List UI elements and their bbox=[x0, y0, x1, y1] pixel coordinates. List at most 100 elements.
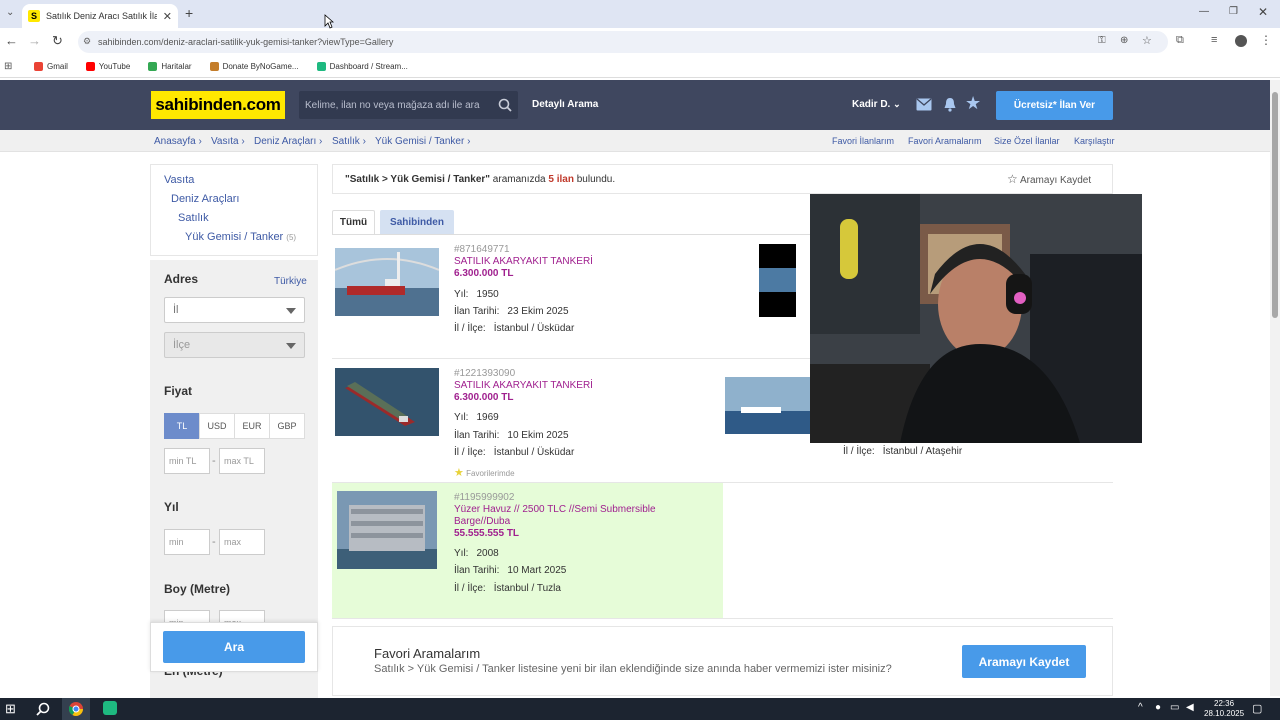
bookmarks-bar: ⊞ Gmail YouTube Haritalar Donate ByNoGam… bbox=[0, 56, 1280, 78]
bookmark-donate[interactable]: Donate ByNoGame... bbox=[209, 62, 299, 71]
windows-start-icon[interactable]: ⊞ bbox=[5, 701, 16, 717]
taskbar-search-icon[interactable] bbox=[36, 702, 50, 716]
listing-row[interactable]: #1195999902 Yüzer Havuz // 2500 TLC //Se… bbox=[332, 483, 1113, 619]
detailed-search-link[interactable]: Detaylı Arama bbox=[532, 99, 598, 110]
il-select[interactable]: İl bbox=[164, 297, 305, 323]
site-logo[interactable]: sahibinden.com bbox=[151, 91, 285, 119]
breadcrumb-deniz-araclari[interactable]: Deniz Araçları › bbox=[254, 136, 322, 147]
category-yuk-gemisi[interactable]: Yük Gemisi / Tanker (5) bbox=[185, 231, 296, 243]
save-search-link[interactable]: ☆ Aramayı Kaydet bbox=[1007, 172, 1091, 186]
tab-all[interactable]: Tümü bbox=[332, 210, 375, 234]
max-year-input[interactable]: max bbox=[219, 529, 265, 555]
search-icon[interactable] bbox=[498, 98, 512, 112]
listing-thumbnail[interactable] bbox=[337, 491, 437, 569]
min-year-input[interactable]: min bbox=[164, 529, 210, 555]
search-submit-button[interactable]: Ara bbox=[163, 631, 305, 663]
listing-year: Yıl: 2008 bbox=[454, 548, 499, 559]
country-link[interactable]: Türkiye bbox=[274, 276, 307, 287]
breadcrumb-vasita[interactable]: Vasıta › bbox=[211, 136, 245, 147]
link-compare[interactable]: Karşılaştır bbox=[1074, 136, 1115, 146]
streaming-app-icon[interactable] bbox=[103, 701, 117, 715]
listing-date: İlan Tarihi: 10 Ekim 2025 bbox=[454, 430, 569, 441]
listing-year: Yıl: 1969 bbox=[454, 412, 499, 423]
ilce-value: İlçe bbox=[173, 339, 191, 351]
category-vasita[interactable]: Vasıta bbox=[164, 174, 194, 186]
bookmark-maps[interactable]: Haritalar bbox=[148, 62, 192, 71]
site-info-icon[interactable]: ⚙ bbox=[83, 36, 91, 47]
max-price-input[interactable]: max TL bbox=[219, 448, 265, 474]
listing-title[interactable]: SATILIK AKARYAKIT TANKERİ bbox=[454, 380, 593, 392]
page-scrollbar[interactable] bbox=[1270, 80, 1280, 696]
search-input[interactable]: Kelime, ilan no veya mağaza adı ile ara bbox=[299, 91, 518, 119]
scrollbar-thumb[interactable] bbox=[1272, 92, 1278, 318]
ilce-select[interactable]: İlçe bbox=[164, 332, 305, 358]
bookmark-youtube[interactable]: YouTube bbox=[85, 62, 130, 71]
link-favorite-listings[interactable]: Favori İlanlarım bbox=[832, 136, 894, 146]
notifications-icon[interactable]: ▢ bbox=[1252, 702, 1262, 715]
tray-chevron-up-icon[interactable]: ^ bbox=[1138, 702, 1143, 713]
clock[interactable]: 22:36 28.10.2025 bbox=[1204, 699, 1244, 719]
star-icon: ★ bbox=[454, 467, 464, 479]
profile-avatar[interactable] bbox=[1235, 35, 1247, 47]
breadcrumb-home[interactable]: Anasayfa › bbox=[154, 136, 202, 147]
volume-icon[interactable]: ◀ bbox=[1186, 702, 1194, 713]
user-menu[interactable]: Kadir D. ⌄ bbox=[852, 99, 901, 110]
bookmark-gmail[interactable]: Gmail bbox=[34, 62, 68, 71]
browser-tab-strip: ⌄ S Satılık Deniz Aracı Satılık İlanları… bbox=[0, 0, 1280, 28]
browser-tab[interactable]: S Satılık Deniz Aracı Satılık İlanları ✕ bbox=[22, 4, 178, 28]
notifications-bell-icon[interactable] bbox=[943, 97, 957, 112]
back-icon[interactable]: ← bbox=[5, 33, 18, 48]
bookmark-star-icon[interactable]: ☆ bbox=[1142, 34, 1152, 47]
breadcrumb-satilik[interactable]: Satılık › bbox=[332, 136, 366, 147]
bookmark-label: Dashboard / Stream... bbox=[329, 62, 408, 71]
category-deniz-araclari[interactable]: Deniz Araçları bbox=[171, 193, 239, 205]
network-icon[interactable]: ▭ bbox=[1170, 702, 1179, 713]
chrome-taskbar-button[interactable] bbox=[62, 698, 90, 720]
messages-icon[interactable] bbox=[916, 98, 932, 111]
listing-location: İl / İlçe: İstanbul / Üsküdar bbox=[454, 447, 575, 458]
save-search-button[interactable]: Aramayı Kaydet bbox=[962, 645, 1086, 678]
url-field[interactable]: ⚙ sahibinden.com/deniz-araclari-satilik-… bbox=[78, 31, 1168, 53]
menu-icon[interactable]: ⋮ bbox=[1260, 33, 1272, 47]
currency-tl[interactable]: TL bbox=[164, 413, 200, 439]
zoom-icon[interactable]: ⊕ bbox=[1120, 35, 1128, 46]
favorites-star-icon[interactable]: ★ bbox=[965, 93, 981, 114]
side-thumbnail[interactable] bbox=[725, 377, 810, 434]
side-thumbnail[interactable] bbox=[759, 244, 796, 317]
listing-thumbnail[interactable] bbox=[335, 248, 439, 316]
key-icon[interactable]: ⚿ bbox=[1098, 35, 1106, 46]
category-satilik[interactable]: Satılık bbox=[178, 212, 209, 224]
bookmark-label: Haritalar bbox=[161, 62, 192, 71]
link-special-listings[interactable]: Size Özel İlanlar bbox=[994, 136, 1060, 146]
close-window-icon[interactable]: ✕ bbox=[1258, 5, 1268, 19]
price-label: Fiyat bbox=[164, 384, 193, 398]
extensions-icon[interactable]: ⧉ bbox=[1176, 34, 1184, 47]
currency-gbp[interactable]: GBP bbox=[269, 413, 305, 439]
tab-list-icon[interactable]: ⌄ bbox=[6, 7, 14, 18]
breadcrumb-yuk-gemisi[interactable]: Yük Gemisi / Tanker › bbox=[375, 136, 470, 147]
link-favorite-searches[interactable]: Favori Aramalarım bbox=[908, 136, 982, 146]
min-price-input[interactable]: min TL bbox=[164, 448, 210, 474]
listing-title[interactable]: Yüzer Havuz // 2500 TLC //Semi Submersib… bbox=[454, 504, 694, 528]
apps-grid-icon[interactable]: ⊞ bbox=[4, 61, 12, 72]
currency-usd[interactable]: USD bbox=[199, 413, 235, 439]
microphone-icon[interactable]: ● bbox=[1155, 702, 1161, 713]
post-ad-button[interactable]: Ücretsiz* İlan Ver bbox=[996, 91, 1113, 120]
listing-location: İl / İlçe: İstanbul / Üsküdar bbox=[454, 323, 575, 334]
currency-eur[interactable]: EUR bbox=[234, 413, 270, 439]
listing-id: #1221393090 bbox=[454, 368, 516, 379]
forward-icon[interactable]: → bbox=[28, 33, 41, 48]
minimize-icon[interactable]: — bbox=[1199, 6, 1209, 17]
listing-title[interactable]: SATILIK AKARYAKIT TANKERİ bbox=[454, 256, 593, 268]
tab-owner[interactable]: Sahibinden bbox=[380, 210, 454, 234]
media-icon[interactable]: ≡ bbox=[1211, 34, 1217, 46]
listing-thumbnail[interactable] bbox=[335, 368, 439, 436]
clock-date: 28.10.2025 bbox=[1204, 709, 1245, 718]
reload-icon[interactable]: ↻ bbox=[52, 33, 63, 49]
bookmark-dashboard[interactable]: Dashboard / Stream... bbox=[316, 62, 408, 71]
webcam-overlay bbox=[810, 194, 1142, 443]
new-tab-icon[interactable]: + bbox=[185, 5, 193, 21]
close-tab-icon[interactable]: ✕ bbox=[163, 10, 172, 23]
chevron-down-icon: ⌄ bbox=[893, 99, 901, 109]
restore-icon[interactable]: ❐ bbox=[1229, 6, 1238, 17]
